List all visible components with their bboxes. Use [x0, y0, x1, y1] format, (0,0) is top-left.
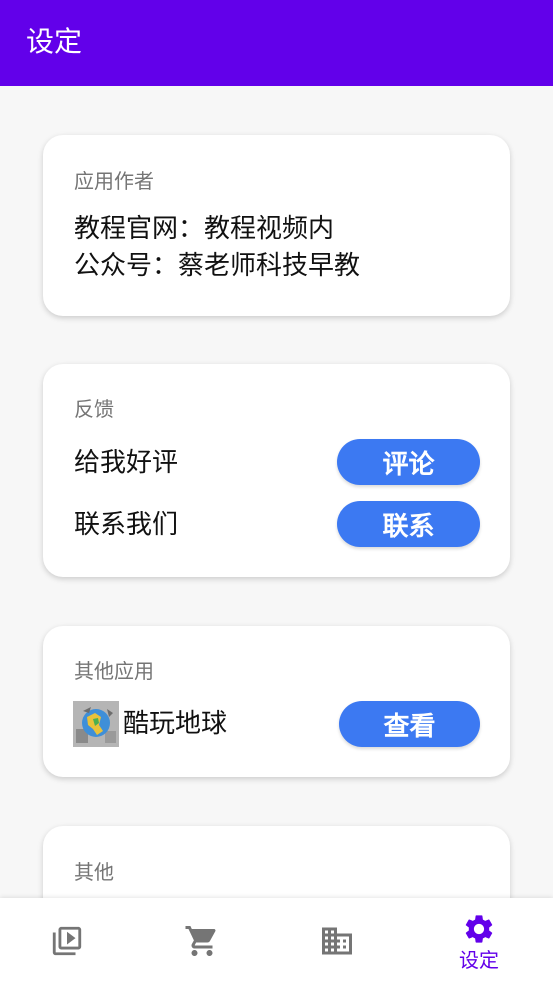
earth-app-icon[interactable]	[73, 701, 119, 747]
other-card-heading: 其他	[74, 860, 114, 884]
rate-button[interactable]: 评论	[337, 439, 480, 485]
app-bar: 设定	[0, 0, 553, 86]
author-card-heading: 应用作者	[74, 169, 154, 193]
building-icon	[322, 927, 352, 955]
settings-content[interactable]: 应用作者 教程官网：教程视频内 公众号：蔡老师科技早教 反馈 给我好评 评论 联…	[0, 86, 553, 898]
earth-app-name: 酷玩地球	[123, 709, 228, 739]
nav-item-settings[interactable]: 设定	[410, 898, 548, 984]
nav-settings-label: 设定	[459, 948, 499, 972]
author-website-text: 教程官网：教程视频内	[74, 214, 335, 244]
nav-item-shop[interactable]	[133, 898, 271, 984]
author-card: 应用作者 教程官网：教程视频内 公众号：蔡老师科技早教	[43, 135, 510, 316]
gear-icon	[465, 915, 493, 943]
other-apps-card: 其他应用 酷玩地球 查看	[43, 626, 510, 777]
page-title: 设定	[26, 25, 83, 58]
other-apps-card-heading: 其他应用	[74, 659, 154, 683]
nav-item-videos[interactable]	[0, 898, 136, 984]
nav-item-company[interactable]	[268, 898, 406, 984]
contact-button[interactable]: 联系	[337, 501, 480, 547]
feedback-card: 反馈 给我好评 评论 联系我们 联系	[43, 364, 510, 577]
feedback-card-heading: 反馈	[74, 397, 114, 421]
author-wechat-text: 公众号：蔡老师科技早教	[74, 251, 361, 281]
video-library-icon	[52, 926, 82, 956]
contact-label: 联系我们	[74, 510, 179, 540]
rate-label: 给我好评	[74, 448, 179, 478]
shopping-cart-icon	[185, 926, 216, 956]
bottom-navigation: 设定	[0, 898, 553, 984]
other-card: 其他	[43, 826, 510, 898]
view-app-button[interactable]: 查看	[339, 701, 480, 747]
